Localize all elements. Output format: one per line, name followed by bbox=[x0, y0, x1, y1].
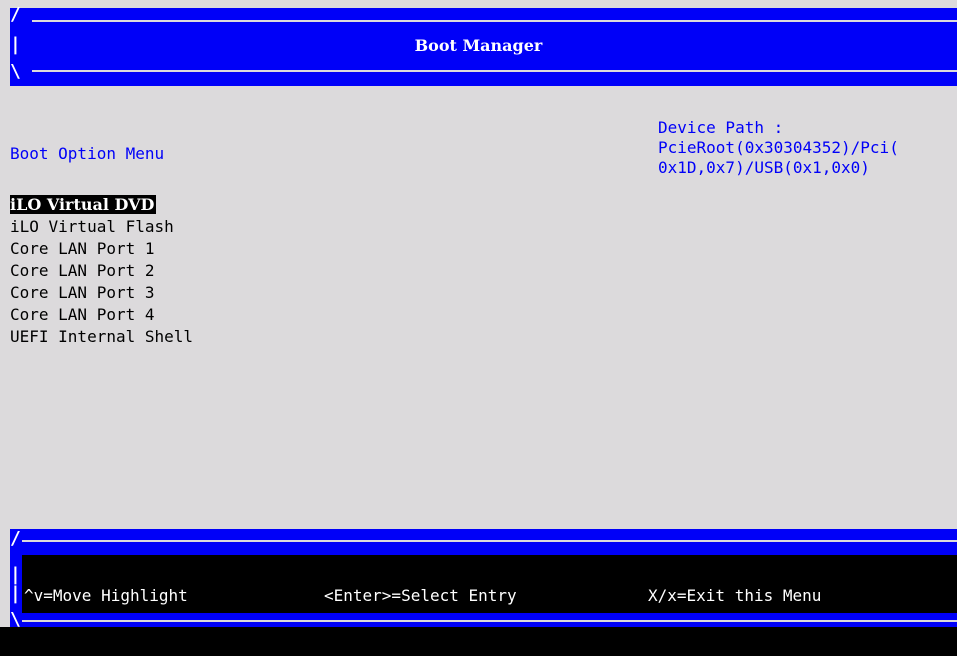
boot-option-menu-heading: Boot Option Menu bbox=[10, 144, 165, 163]
device-path-line: 0x1D,0x7)/USB(0x1,0x0) bbox=[658, 158, 870, 177]
boot-option-core-lan-port-4[interactable]: Core LAN Port 4 bbox=[10, 304, 193, 326]
device-path-line: PcieRoot(0x30304352)/Pci( bbox=[658, 138, 899, 157]
boot-option-uefi-internal-shell[interactable]: UEFI Internal Shell bbox=[10, 326, 193, 348]
boot-option-label: Core LAN Port 4 bbox=[10, 305, 155, 324]
frame-corner-mark: / bbox=[10, 528, 21, 549]
header-rule-bottom bbox=[32, 70, 957, 72]
frame-side-mark: | bbox=[10, 583, 21, 604]
header-rule-top bbox=[32, 20, 957, 22]
boot-option-ilo-virtual-flash[interactable]: iLO Virtual Flash bbox=[10, 216, 193, 238]
boot-option-ilo-virtual-dvd[interactable]: iLO Virtual DVD bbox=[10, 194, 193, 216]
boot-option-core-lan-port-2[interactable]: Core LAN Port 2 bbox=[10, 260, 193, 282]
device-path-label: Device Path : bbox=[658, 118, 784, 137]
frame-side-mark: | bbox=[10, 564, 21, 585]
move-highlight-hint: ^v=Move Highlight bbox=[24, 586, 188, 605]
frame-corner-mark: \ bbox=[10, 61, 21, 82]
boot-option-label: Core LAN Port 2 bbox=[10, 261, 155, 280]
boot-option-label: UEFI Internal Shell bbox=[10, 327, 194, 346]
select-entry-hint: <Enter>=Select Entry bbox=[324, 586, 517, 605]
frame-corner-mark: / bbox=[10, 4, 21, 25]
boot-option-label: iLO Virtual DVD bbox=[10, 195, 157, 214]
footer-rule-bottom bbox=[22, 620, 957, 622]
boot-option-label: iLO Virtual Flash bbox=[10, 217, 174, 236]
footer-strip bbox=[0, 627, 957, 656]
boot-option-list: iLO Virtual DVD iLO Virtual Flash Core L… bbox=[10, 194, 193, 348]
boot-option-core-lan-port-3[interactable]: Core LAN Port 3 bbox=[10, 282, 193, 304]
device-path-panel: Device Path : PcieRoot(0x30304352)/Pci( … bbox=[658, 118, 957, 178]
footer-rule-top bbox=[22, 540, 957, 542]
exit-menu-hint: X/x=Exit this Menu bbox=[648, 586, 822, 605]
boot-option-label: Core LAN Port 1 bbox=[10, 239, 155, 258]
boot-option-label: Core LAN Port 3 bbox=[10, 283, 155, 302]
boot-option-core-lan-port-1[interactable]: Core LAN Port 1 bbox=[10, 238, 193, 260]
header-bar: / | \ Boot Manager bbox=[0, 0, 957, 86]
page-title: Boot Manager bbox=[414, 36, 543, 55]
